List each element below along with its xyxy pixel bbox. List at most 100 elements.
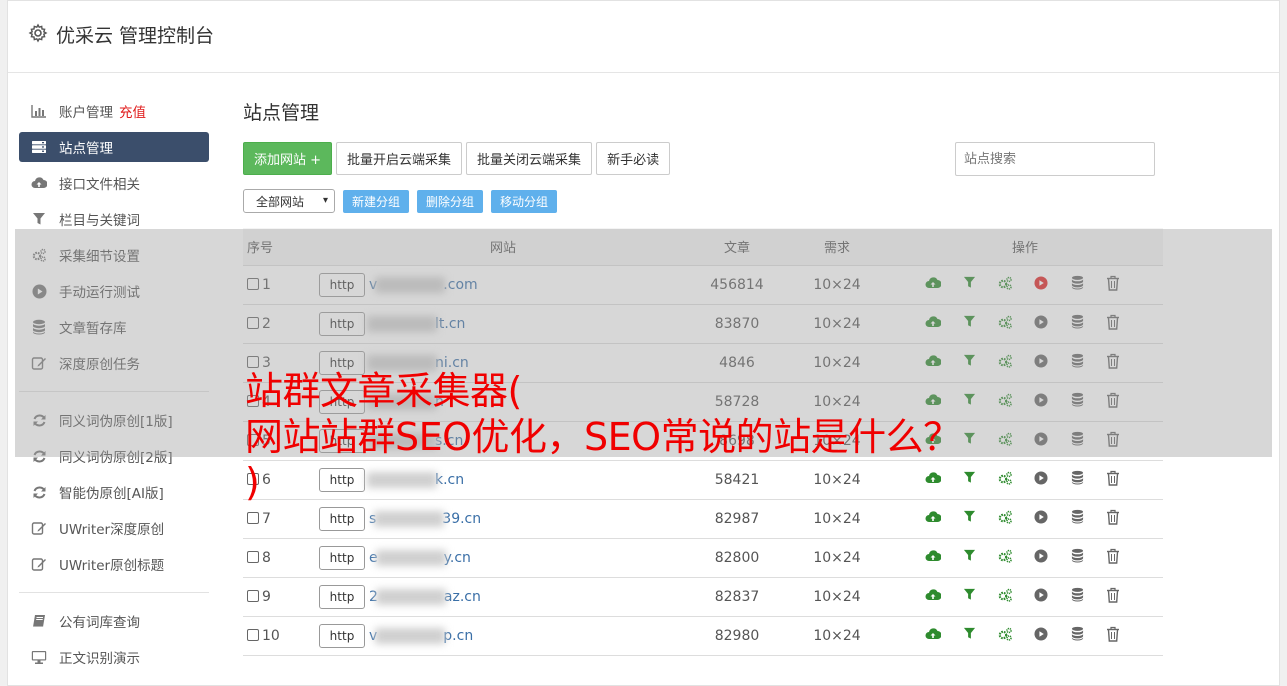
play-circle-icon[interactable] [1023,626,1059,645]
play-circle-icon[interactable] [1023,587,1059,606]
play-circle-icon[interactable] [1023,314,1059,333]
cloud-upload-icon[interactable] [915,432,951,450]
sidebar-item[interactable]: 文章暂存库 [19,309,209,345]
site-domain-suffix[interactable]: az.cn [444,589,481,605]
database-icon[interactable] [1059,275,1095,294]
filter-icon[interactable] [951,393,987,410]
trash-icon[interactable] [1095,548,1131,568]
gears-icon[interactable] [987,509,1023,529]
demand-value[interactable]: 10×24 [787,499,887,539]
gears-icon[interactable] [987,548,1023,568]
sidebar-item[interactable]: 栏目与关键词 [19,201,209,237]
sidebar-item[interactable]: 公有词库查询 [19,603,209,639]
gears-icon[interactable] [987,626,1023,646]
play-circle-icon[interactable] [1023,392,1059,411]
article-count[interactable]: 58728 [687,382,787,422]
demand-value[interactable]: 10×24 [787,616,887,656]
trash-icon[interactable] [1095,275,1131,295]
gears-icon[interactable] [987,353,1023,373]
site-domain-suffix[interactable]: p.cn [443,628,473,644]
trash-icon[interactable] [1095,431,1131,451]
article-count[interactable]: 83870 [687,304,787,344]
demand-value[interactable]: 10×24 [787,460,887,500]
cloud-upload-icon[interactable] [915,510,951,528]
site-search-input[interactable] [955,142,1155,176]
article-count[interactable]: 82837 [687,577,787,617]
cloud-upload-icon[interactable] [915,471,951,489]
play-circle-icon[interactable] [1023,470,1059,489]
batch-open-cloud-button[interactable]: 批量开启云端采集 [336,142,463,175]
recharge-link[interactable]: 充值 [119,101,146,121]
play-circle-icon[interactable] [1023,275,1059,294]
trash-icon[interactable] [1095,626,1131,646]
trash-icon[interactable] [1095,314,1131,334]
demand-value[interactable]: 10×24 [787,382,887,422]
sidebar-item[interactable]: 站点管理 [19,132,209,162]
demand-value[interactable]: 10×24 [787,304,887,344]
sidebar-item[interactable]: 深度原创任务 [19,345,209,381]
filter-icon[interactable] [951,471,987,488]
site-domain-suffix[interactable]: ni.cn [435,355,469,371]
trash-icon[interactable] [1095,470,1131,490]
play-circle-icon[interactable] [1023,353,1059,372]
row-checkbox[interactable] [247,316,259,329]
site-domain-suffix[interactable]: k.cn [435,472,464,488]
filter-icon[interactable] [951,315,987,332]
article-count[interactable]: 58421 [687,460,787,500]
demand-value[interactable]: 10×24 [787,343,887,383]
cloud-upload-icon[interactable] [915,549,951,567]
row-checkbox[interactable] [247,589,259,602]
gears-icon[interactable] [987,275,1023,295]
sidebar-item[interactable]: UWriter原创标题 [19,546,209,582]
sidebar-item[interactable]: 账户管理 充值 [19,93,209,129]
gears-icon[interactable] [987,431,1023,451]
trash-icon[interactable] [1095,353,1131,373]
database-icon[interactable] [1059,470,1095,489]
trash-icon[interactable] [1095,392,1131,412]
group-select[interactable]: 全部网站 ▾ [243,189,335,213]
sidebar-item[interactable]: 手动运行测试 [19,273,209,309]
trash-icon[interactable] [1095,587,1131,607]
gears-icon[interactable] [987,314,1023,334]
delete-group-button[interactable]: 删除分组 [417,189,484,213]
row-checkbox[interactable] [247,433,259,446]
row-checkbox[interactable] [247,277,259,290]
demand-value[interactable]: 10×24 [787,577,887,617]
row-checkbox[interactable] [247,355,259,368]
database-icon[interactable] [1059,548,1095,567]
sidebar-item[interactable]: 采集细节设置 [19,237,209,273]
row-checkbox[interactable] [247,511,259,524]
gears-icon[interactable] [987,587,1023,607]
cloud-upload-icon[interactable] [915,315,951,333]
database-icon[interactable] [1059,509,1095,528]
sidebar-item[interactable]: 同义词伪原创[1版] [19,402,209,438]
row-checkbox[interactable] [247,394,259,407]
demand-value[interactable]: 10×24 [787,265,887,305]
database-icon[interactable] [1059,392,1095,411]
new-group-button[interactable]: 新建分组 [343,189,410,213]
site-domain-suffix[interactable]: lt.cn [435,316,465,332]
demand-value[interactable]: 10×24 [787,421,887,461]
move-group-button[interactable]: 移动分组 [491,189,558,213]
article-count[interactable]: 8698 [687,421,787,461]
site-domain-suffix[interactable]: y.cn [444,550,471,566]
row-checkbox[interactable] [247,628,259,641]
gears-icon[interactable] [987,392,1023,412]
filter-icon[interactable] [951,510,987,527]
sidebar-item[interactable]: 正文识别演示 [19,639,209,675]
batch-close-cloud-button[interactable]: 批量关闭云端采集 [466,142,593,175]
filter-icon[interactable] [951,354,987,371]
article-count[interactable]: 456814 [687,265,787,305]
database-icon[interactable] [1059,587,1095,606]
sidebar-item[interactable]: 接口文件相关 [19,165,209,201]
sidebar-item[interactable]: 同义词伪原创[2版] [19,438,209,474]
database-icon[interactable] [1059,353,1095,372]
cloud-upload-icon[interactable] [915,588,951,606]
cloud-upload-icon[interactable] [915,354,951,372]
play-circle-icon[interactable] [1023,431,1059,450]
trash-icon[interactable] [1095,509,1131,529]
site-domain-suffix[interactable]: s.cn [435,433,463,449]
play-circle-icon[interactable] [1023,509,1059,528]
filter-icon[interactable] [951,549,987,566]
filter-icon[interactable] [951,276,987,293]
